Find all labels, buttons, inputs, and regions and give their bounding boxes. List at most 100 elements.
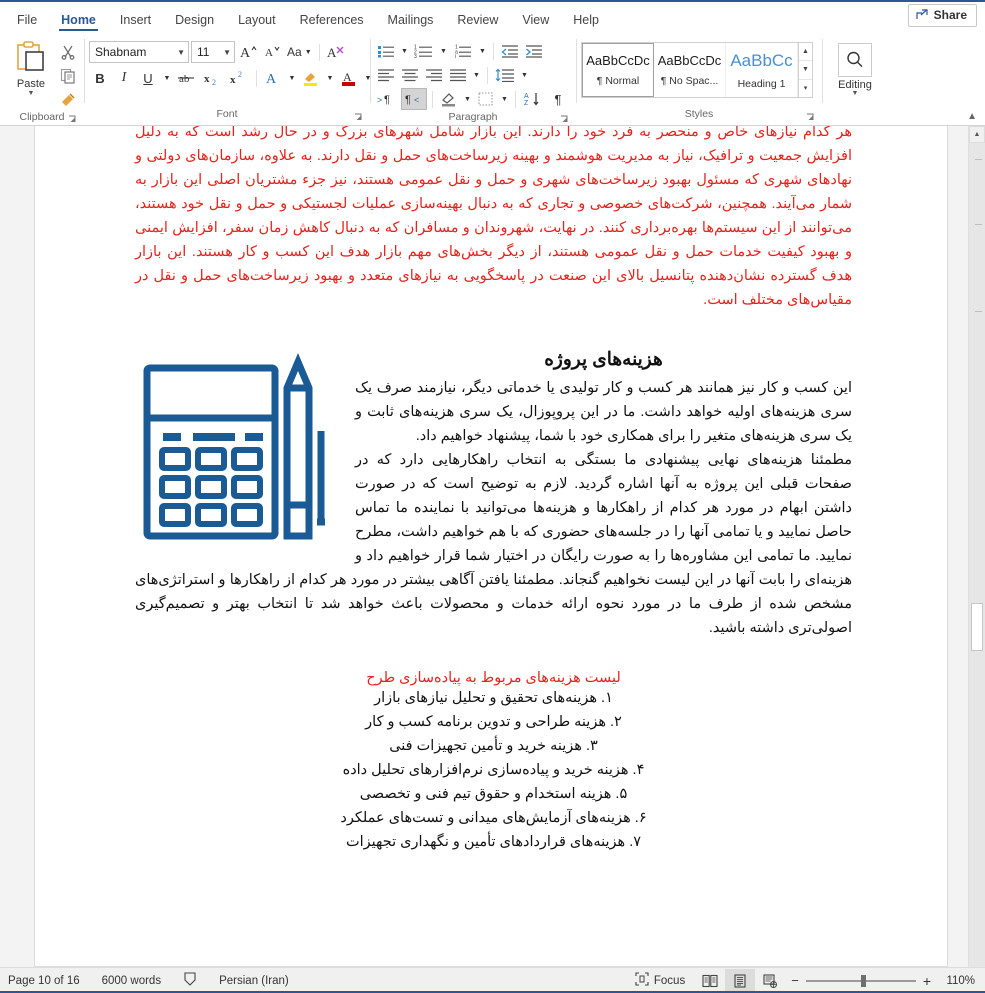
font-color-icon[interactable]: A [338,67,360,89]
style-item-normal[interactable]: AaBbCcDc ¶ Normal [582,43,654,97]
svg-text:2: 2 [212,78,216,86]
decrease-indent-icon[interactable] [499,40,521,62]
cut-icon[interactable] [57,41,79,62]
grow-font-icon[interactable]: A [237,41,259,63]
paragraph-dialog-launcher-icon[interactable] [560,115,569,124]
format-painter-icon[interactable] [57,89,79,110]
font-name-combo[interactable]: Shabnam ▼ [89,41,189,63]
align-center-icon[interactable] [399,64,421,86]
multilevel-list-icon[interactable]: 1ai [451,40,475,62]
editing-button[interactable]: Editing ▼ [827,37,883,97]
zoom-track[interactable] [805,974,916,987]
bullets-icon[interactable] [375,40,397,62]
bold-button[interactable]: B [89,67,111,89]
document-page[interactable]: هر کدام نیازهای خاص و منحصر به فرد خود ر… [35,126,947,966]
svg-text:<: < [414,95,419,105]
style-item-no-spacing[interactable]: AaBbCcDc ¶ No Spac... [654,43,726,97]
svg-text:¶: ¶ [384,94,390,106]
strikethrough-icon[interactable]: ab [175,67,199,89]
change-case-chevron-down-icon[interactable]: ▼ [305,49,312,56]
rtl-text-direction-button[interactable]: ¶ < [401,88,427,110]
focus-button[interactable]: Focus [625,972,695,989]
underline-chevron-down-icon[interactable]: ▼ [161,67,173,89]
paste-button[interactable]: Paste ▼ [5,37,57,97]
line-spacing-icon[interactable] [493,64,517,86]
scrollbar-thumb[interactable] [971,603,983,651]
editing-chevron-down-icon[interactable]: ▼ [852,90,859,97]
numbering-icon[interactable]: 123 [412,40,436,62]
ltr-text-direction-button[interactable]: > ¶ [375,88,399,110]
styles-gallery-scroll[interactable]: ▲ ▼ ▾ [798,43,812,97]
styles-more-icon[interactable]: ▾ [799,80,812,97]
tab-review[interactable]: Review [446,10,509,34]
borders-chevron-down-icon[interactable]: ▼ [499,88,510,110]
justify-chevron-down-icon[interactable]: ▼ [471,64,482,86]
numbering-chevron-down-icon[interactable]: ▼ [438,40,449,62]
zoom-knob[interactable] [860,974,866,987]
align-left-icon[interactable] [375,64,397,86]
tab-view[interactable]: View [511,10,560,34]
paste-chevron-down-icon[interactable]: ▼ [28,90,35,97]
styles-dialog-launcher-icon[interactable] [806,113,815,122]
styles-gallery[interactable]: AaBbCcDc ¶ Normal AaBbCcDc ¶ No Spac... … [581,42,813,98]
bullets-chevron-down-icon[interactable]: ▼ [399,40,410,62]
zoom-out-button[interactable]: − [791,973,799,988]
tab-design[interactable]: Design [164,10,225,34]
clear-formatting-icon[interactable]: A [325,41,347,63]
change-case-button[interactable]: Aa ▼ [285,41,314,63]
borders-icon[interactable] [475,88,497,110]
vertical-scrollbar[interactable]: ▲ [968,126,985,967]
text-highlight-icon[interactable] [300,67,322,89]
sort-icon[interactable]: AZ [521,88,545,110]
tab-help[interactable]: Help [562,10,610,34]
zoom-level-label[interactable]: 110% [937,975,975,987]
text-effects-icon[interactable]: A [262,67,284,89]
copy-icon[interactable] [57,65,79,86]
superscript-icon[interactable]: x2 [227,67,251,89]
tab-file[interactable]: File [6,10,48,34]
styles-scroll-down-icon[interactable]: ▼ [799,61,812,80]
tab-home[interactable]: Home [50,10,107,34]
style-item-heading-1[interactable]: AaBbCc Heading 1 [726,43,798,97]
calculator-and-pencil-illustration[interactable] [139,352,347,542]
align-right-icon[interactable] [423,64,445,86]
print-layout-icon[interactable] [725,968,756,993]
tab-layout[interactable]: Layout [227,10,287,34]
document-content[interactable]: هر کدام نیازهای خاص و منحصر به فرد خود ر… [35,126,947,854]
underline-button[interactable]: U [137,67,159,89]
word-count-status[interactable]: 6000 words [102,975,161,987]
show-formatting-marks-icon[interactable]: ¶ [547,88,569,110]
page-number-status[interactable]: Page 10 of 16 [8,975,80,987]
zoom-slider[interactable]: − + [785,973,937,989]
web-layout-icon[interactable] [755,969,785,993]
italic-button[interactable]: I [113,67,135,89]
clipboard-dialog-launcher-icon[interactable] [68,115,77,124]
scroll-up-icon[interactable]: ▲ [969,126,985,143]
shading-chevron-down-icon[interactable]: ▼ [462,88,473,110]
justify-icon[interactable] [447,64,469,86]
proofing-errors-icon[interactable] [183,972,197,989]
font-name-chevron-down-icon[interactable]: ▼ [177,48,185,57]
multilevel-list-chevron-down-icon[interactable]: ▼ [477,40,488,62]
share-button[interactable]: Share [907,4,977,27]
language-status[interactable]: Persian (Iran) [219,975,289,987]
read-mode-icon[interactable] [695,969,725,993]
text-effects-chevron-down-icon[interactable]: ▼ [286,67,298,89]
collapse-ribbon-icon[interactable]: ▲ [967,111,977,122]
increase-indent-icon[interactable] [523,40,545,62]
font-size-chevron-down-icon[interactable]: ▼ [223,48,231,57]
font-dialog-launcher-icon[interactable] [354,113,363,122]
zoom-in-button[interactable]: + [923,973,931,989]
line-spacing-chevron-down-icon[interactable]: ▼ [519,64,530,86]
svg-text:x: x [230,74,236,86]
tab-references[interactable]: References [289,10,375,34]
font-size-combo[interactable]: 11 ▼ [191,41,235,63]
shading-icon[interactable] [438,88,460,110]
styles-scroll-up-icon[interactable]: ▲ [799,43,812,62]
text-highlight-chevron-down-icon[interactable]: ▼ [324,67,336,89]
tab-insert[interactable]: Insert [109,10,162,34]
shrink-font-icon[interactable]: A [261,41,283,63]
tab-mailings[interactable]: Mailings [377,10,445,34]
subscript-icon[interactable]: x2 [201,67,225,89]
list-item: ۱. هزینه‌های تحقیق و تحلیل نیازهای بازار [374,690,613,706]
